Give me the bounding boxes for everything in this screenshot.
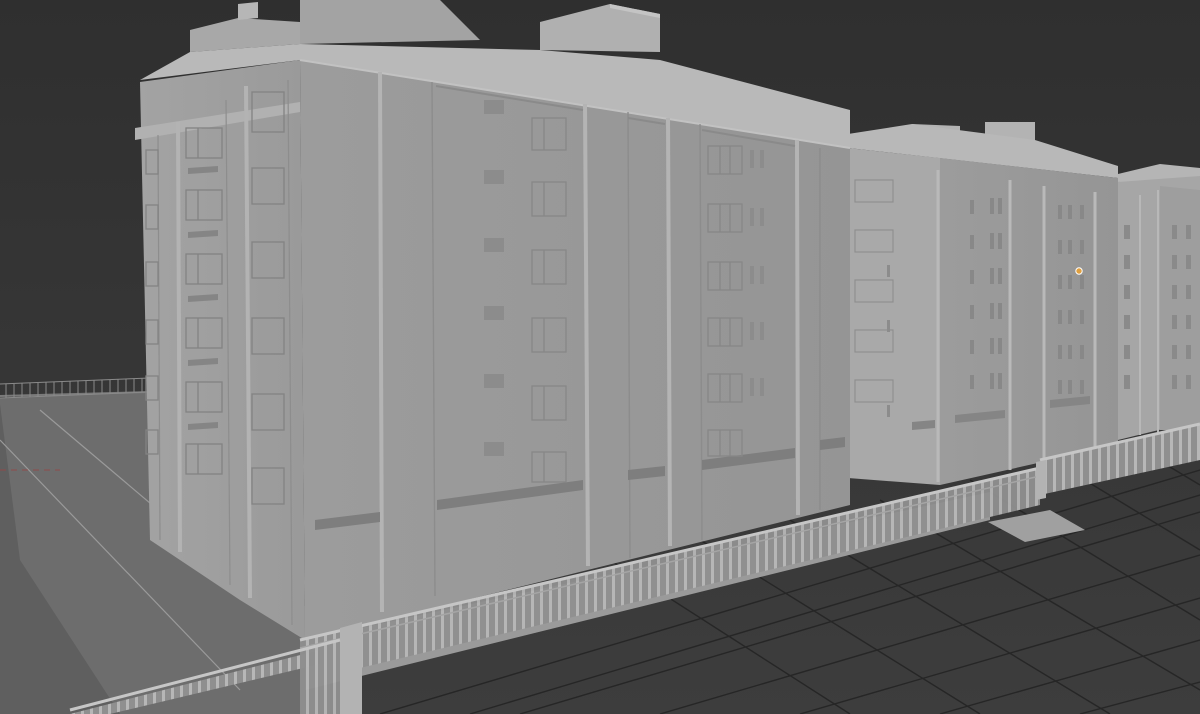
3d-viewport[interactable]: [0, 0, 1200, 714]
viewport-canvas[interactable]: [0, 0, 1200, 714]
apartment-building-2[interactable]: [848, 122, 1118, 485]
apartment-building-3[interactable]: [1118, 164, 1200, 440]
object-origin-icon[interactable]: [1075, 267, 1083, 275]
